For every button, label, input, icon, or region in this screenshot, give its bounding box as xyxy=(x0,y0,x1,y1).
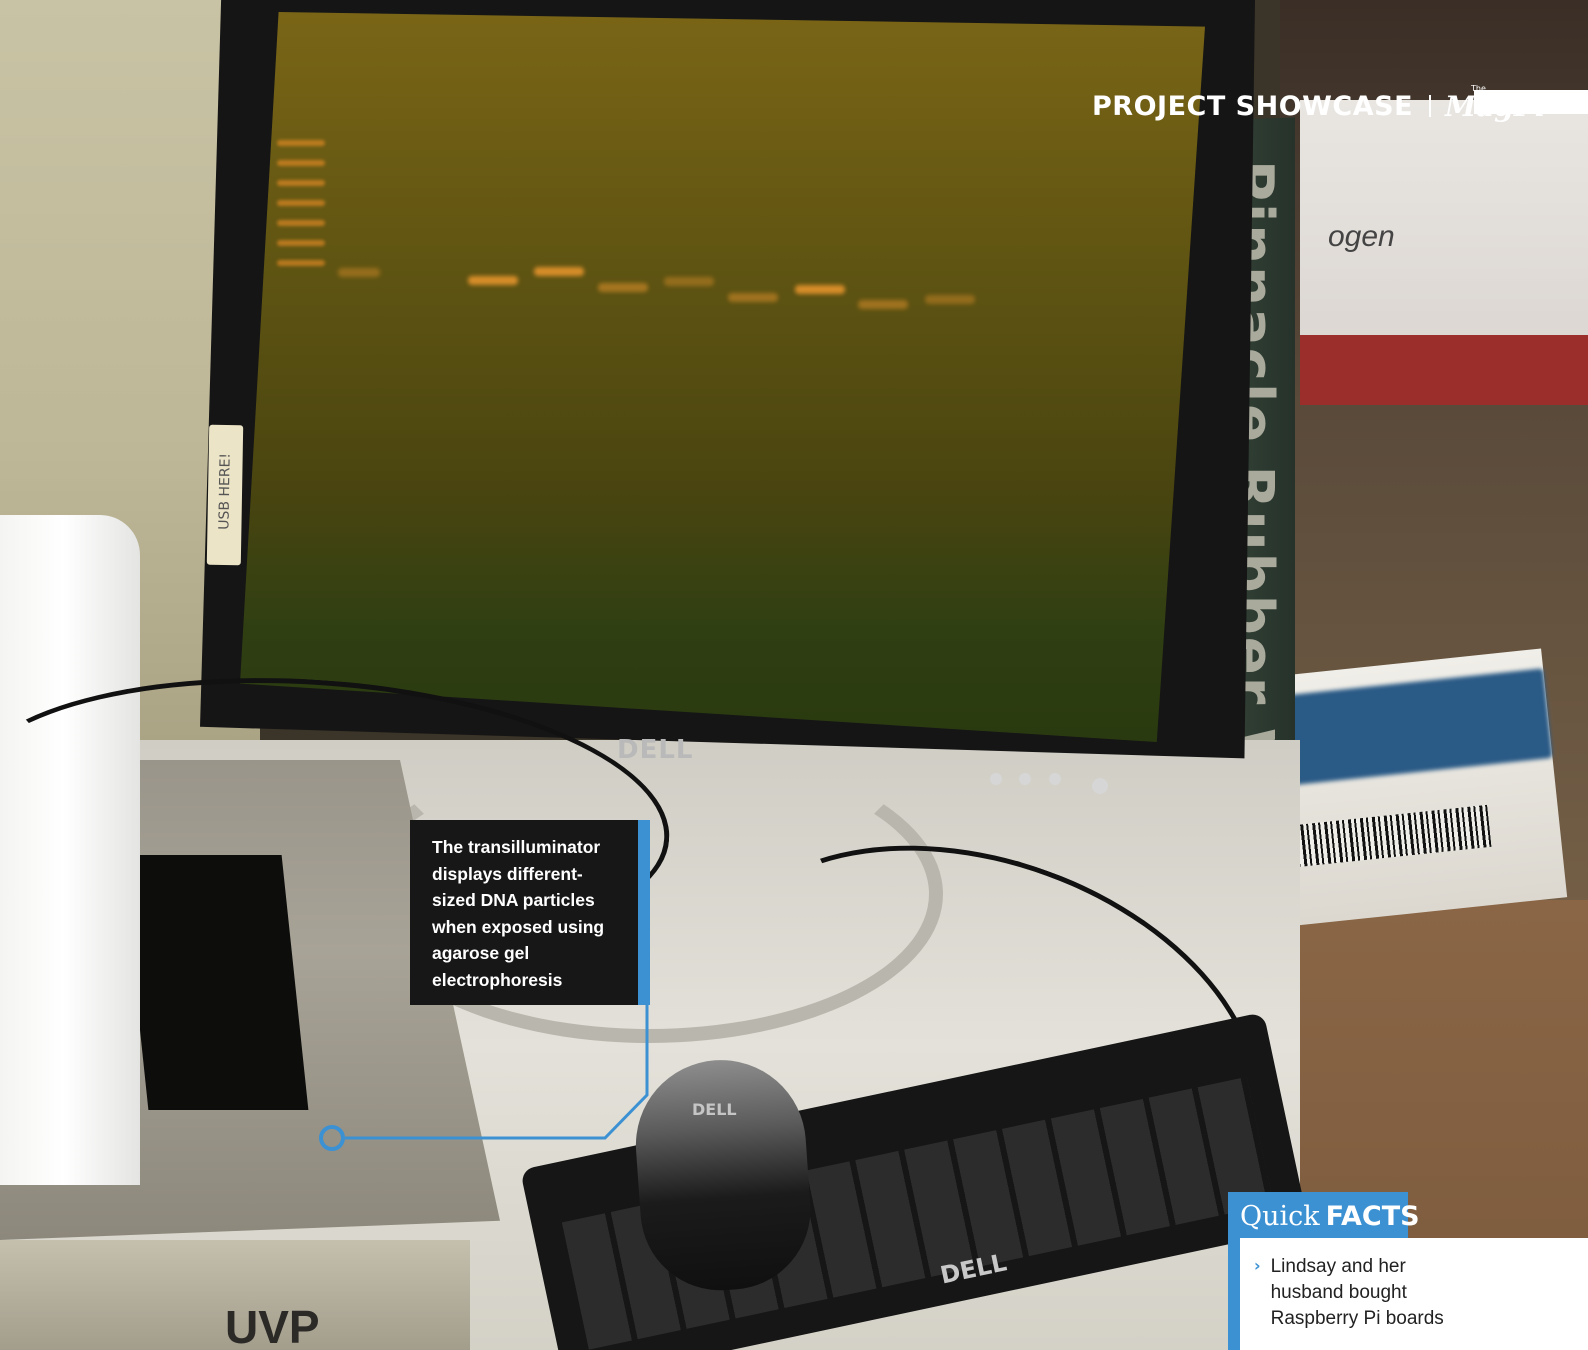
dna-band xyxy=(338,268,380,277)
device-brand-label: UVP xyxy=(225,1301,320,1350)
monitor-button xyxy=(990,773,1002,785)
dna-band xyxy=(795,285,845,294)
monitor-logo: DELL xyxy=(617,735,694,765)
fact-text: Lindsay and her husband bought Raspberry… xyxy=(1270,1256,1444,1329)
header-divider xyxy=(1429,95,1432,117)
supply-box: ogen xyxy=(1300,100,1588,405)
box-stripe xyxy=(1300,335,1588,405)
dna-band xyxy=(534,267,584,276)
section-title: PROJECT SHOWCASE xyxy=(1092,90,1414,122)
quick-facts-header: Quick FACTS xyxy=(1228,1192,1420,1240)
background-photo: ogen Pinnacle Rubber Wall Base UVP USB H… xyxy=(0,0,1588,1350)
usb-label: USB HERE! xyxy=(216,452,234,530)
photo-caption: The transilluminator displays different-… xyxy=(410,820,638,1005)
header-bar xyxy=(1474,90,1588,114)
dna-band xyxy=(664,277,714,286)
quick-facts-title-bold: FACTS xyxy=(1325,1200,1420,1232)
caption-accent-bar xyxy=(638,820,650,1005)
monitor-screen xyxy=(240,12,1205,742)
power-button xyxy=(1092,778,1108,794)
dna-band xyxy=(925,295,975,304)
mouse-logo: DELL xyxy=(692,1100,737,1119)
monitor-button xyxy=(1049,773,1061,785)
barcode xyxy=(1288,804,1492,868)
dna-band xyxy=(468,276,518,285)
dna-band xyxy=(858,300,908,309)
monitor-button xyxy=(1019,773,1031,785)
quick-facts-body: › Lindsay and her husband bought Raspber… xyxy=(1240,1238,1588,1350)
chevron-right-icon: › xyxy=(1254,1256,1261,1275)
dna-band xyxy=(728,293,778,302)
box-brand-text: ogen xyxy=(1328,220,1395,253)
caption-text: The transilluminator displays different-… xyxy=(432,837,605,990)
dna-band xyxy=(598,283,648,292)
quick-facts-title-light: Quick xyxy=(1240,1200,1320,1232)
usb-sticker: USB HERE! xyxy=(206,424,244,566)
dna-ladder xyxy=(277,140,325,290)
fact-item: › Lindsay and her husband bought Raspber… xyxy=(1254,1254,1578,1332)
